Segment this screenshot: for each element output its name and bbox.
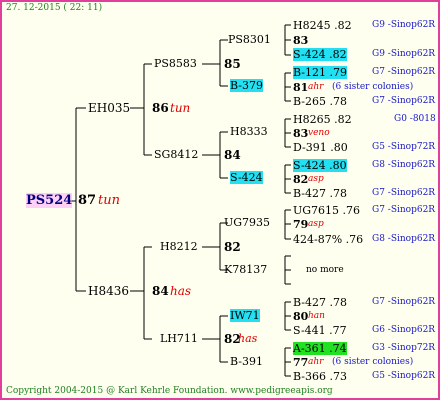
gen4-name-7[interactable]: B-427 .78	[293, 187, 347, 200]
gen3-score-4: 79	[293, 218, 309, 231]
gen4-name-5[interactable]: D-391 .80	[293, 141, 348, 154]
gen3-extra-7: (6 sister colonies)	[332, 357, 414, 367]
gen1-score-0: 86	[152, 101, 169, 115]
gen4-race-8: G7 -Sinop62R	[372, 205, 436, 215]
gen3-extra-1: (6 sister colonies)	[332, 82, 414, 92]
gen4-name-6[interactable]: S-424 .80	[293, 159, 347, 172]
gen3-name-5[interactable]: K78137	[224, 263, 267, 276]
gen2-score-0: 85	[224, 57, 241, 71]
root-name[interactable]: PS524	[26, 193, 73, 208]
gen2-name-1[interactable]: SG8412	[154, 148, 198, 161]
gen2-note-3: has	[238, 332, 258, 345]
gen1-score-1: 84	[152, 284, 169, 298]
root-note: tun	[98, 193, 120, 208]
gen3-note-6: han	[308, 311, 325, 321]
gen1-note-1: has	[170, 284, 192, 298]
gen4-race-12: G3 -Sinop72R	[372, 343, 436, 353]
gen4-name-13[interactable]: B-366 .73	[293, 370, 347, 383]
gen4-name-11[interactable]: S-441 .77	[293, 324, 347, 337]
gen3-score-7: 77	[293, 356, 309, 369]
gen3-name-6[interactable]: IW71	[230, 309, 260, 322]
gen4-name-8[interactable]: UG7615 .76	[293, 204, 360, 217]
gen2-score-2: 82	[224, 240, 241, 254]
gen2-score-1: 84	[224, 148, 241, 162]
gen4-name-4[interactable]: H8265 .82	[293, 113, 352, 126]
gen4-race-7: G7 -Sinop62R	[372, 188, 436, 198]
gen4-race-11: G6 -Sinop62R	[372, 325, 436, 335]
gen2-name-3[interactable]: LH711	[160, 332, 198, 345]
gen4-name-2[interactable]: B-121 .79	[293, 66, 347, 79]
gen3-name-0[interactable]: PS8301	[228, 33, 271, 46]
gen3-note-2: veno	[308, 128, 330, 138]
gen4-name-1[interactable]: S-424 .82	[293, 48, 347, 61]
root-score: 87	[78, 193, 97, 208]
gen4-race-1: G9 -Sinop62R	[372, 49, 436, 59]
gen4-name-0[interactable]: H8245 .82	[293, 19, 352, 32]
gen4-race-13: G5 -Sinop62R	[372, 371, 436, 381]
timestamp: 27. 12-2015 ( 22: 11)	[6, 3, 103, 13]
gen1-name-1[interactable]: H8436	[88, 284, 129, 298]
gen3-note-7: ahr	[308, 357, 324, 367]
gen1-note-0: tun	[170, 101, 191, 115]
gen3-score-2: 83	[293, 127, 309, 140]
gen3-score-0: 83	[293, 34, 309, 47]
copyright-footer: Copyright 2004-2015 @ Karl Kehrle Founda…	[6, 386, 333, 396]
no-more-label: no more	[306, 265, 344, 275]
gen4-race-4: G0 -8018	[394, 114, 436, 124]
gen3-name-7[interactable]: B-391	[230, 355, 263, 368]
gen3-note-4: asp	[308, 219, 324, 229]
gen4-race-9: G8 -Sinop62R	[372, 234, 436, 244]
gen3-name-3[interactable]: S-424	[230, 171, 263, 184]
gen3-name-2[interactable]: H8333	[230, 125, 268, 138]
gen4-race-10: G7 -Sinop62R	[372, 297, 436, 307]
gen1-name-0[interactable]: EH035	[88, 101, 130, 115]
gen2-name-0[interactable]: PS8583	[154, 57, 197, 70]
gen4-name-12[interactable]: A-361 .74	[293, 342, 347, 355]
gen4-race-5: G5 -Sinop72R	[372, 142, 436, 152]
gen3-note-3: asp	[308, 174, 324, 184]
gen4-race-0: G9 -Sinop62R	[372, 20, 436, 30]
gen3-name-4[interactable]: UG7935	[224, 216, 270, 229]
gen4-race-3: G7 -Sinop62R	[372, 96, 436, 106]
gen4-race-2: G7 -Sinop62R	[372, 67, 436, 77]
gen4-name-10[interactable]: B-427 .78	[293, 296, 347, 309]
gen4-race-6: G8 -Sinop62R	[372, 160, 436, 170]
gen3-score-6: 80	[293, 310, 309, 323]
gen2-name-2[interactable]: H8212	[160, 240, 198, 253]
pedigree-chart: 27. 12-2015 ( 22: 11) Copyright 2004-201…	[0, 0, 440, 400]
gen3-score-3: 82	[293, 173, 309, 186]
gen4-name-3[interactable]: B-265 .78	[293, 95, 347, 108]
gen3-note-1: ahr	[308, 82, 324, 92]
gen3-score-1: 81	[293, 81, 309, 94]
gen4-name-9[interactable]: 424-87% .76	[293, 233, 363, 246]
gen3-name-1[interactable]: B-379	[230, 79, 263, 92]
